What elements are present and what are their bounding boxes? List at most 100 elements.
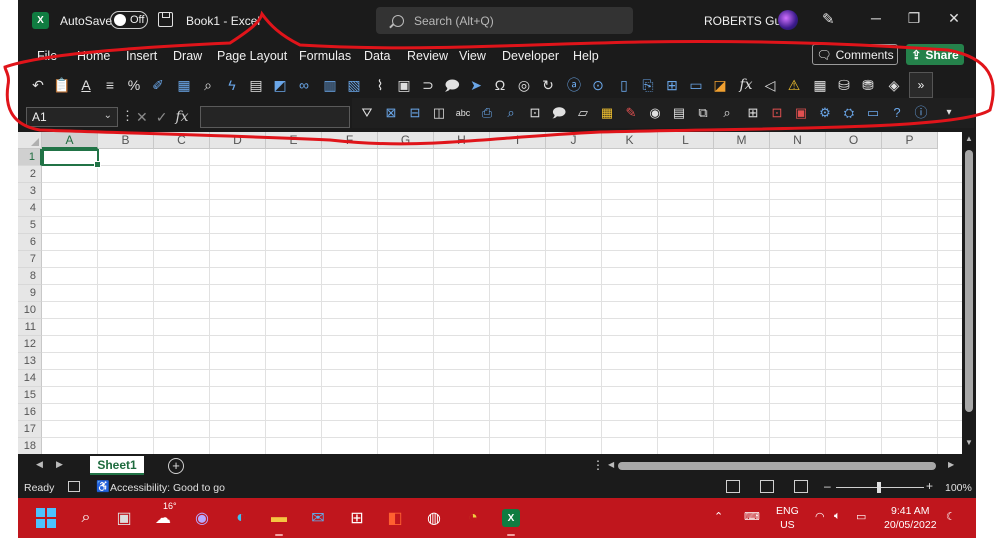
record-macro-icon[interactable]: ⊡ — [768, 104, 786, 122]
cancel-icon[interactable]: ✕ — [136, 109, 148, 126]
form-icon[interactable]: ▣ — [394, 75, 414, 95]
row-header-12[interactable]: 12 — [18, 336, 42, 353]
play-icon[interactable]: ⊙ — [588, 75, 608, 95]
scroll-up-icon[interactable]: ▲ — [965, 134, 973, 143]
error-check-icon[interactable]: ⚠ — [784, 75, 804, 95]
help-icon[interactable]: ? — [888, 104, 906, 122]
notifications-icon[interactable]: ☾ — [946, 510, 956, 523]
row-header-4[interactable]: 4 — [18, 200, 42, 217]
column-header-l[interactable]: L — [658, 132, 714, 149]
format-painter-icon[interactable]: ✐ — [148, 75, 168, 95]
clock[interactable]: 9:41 AM 20/05/2022 — [884, 504, 937, 532]
row-header-13[interactable]: 13 — [18, 353, 42, 370]
row-header-5[interactable]: 5 — [18, 217, 42, 234]
tab-help[interactable]: Help — [573, 49, 599, 63]
comment-tb-icon[interactable]: 🗩 — [442, 75, 462, 95]
normal-view-icon[interactable] — [726, 480, 740, 493]
ink-edit-icon[interactable]: ✎ — [622, 104, 640, 122]
windows-start-icon[interactable] — [33, 505, 59, 531]
table-icon[interactable]: ▦ — [174, 75, 194, 95]
language-indicator[interactable]: ENG US — [776, 504, 799, 532]
note-icon[interactable]: ▱ — [574, 104, 592, 122]
column-header-p[interactable]: P — [882, 132, 938, 149]
store-icon[interactable]: ⊞ — [344, 505, 370, 531]
tab-draw[interactable]: Draw — [173, 49, 202, 63]
compare-icon[interactable]: ⧉ — [694, 104, 712, 122]
dialog-icon[interactable]: ▭ — [864, 104, 882, 122]
hyperlink-icon[interactable]: ⊃ — [418, 75, 438, 95]
arrange-icon[interactable]: ◪ — [710, 75, 730, 95]
excel-taskbar-icon[interactable]: X — [498, 505, 524, 536]
column-header-e[interactable]: E — [266, 132, 322, 149]
accessibility-icon[interactable]: ♿ — [96, 480, 110, 493]
pen-icon[interactable]: ✎ — [822, 10, 835, 28]
overflow-icon[interactable]: ▾ — [940, 104, 958, 122]
show-icon[interactable]: ◉ — [646, 104, 664, 122]
research-icon[interactable]: ⎙ — [478, 104, 496, 122]
help-circle-icon[interactable]: ⓘ — [912, 104, 930, 122]
column-header-f[interactable]: F — [322, 132, 378, 149]
prev-sheet-icon[interactable]: ◀ — [36, 459, 43, 470]
search-taskbar-icon[interactable]: ⌕ — [73, 505, 99, 531]
office-icon[interactable]: ◧ — [382, 505, 408, 531]
battery-icon[interactable]: ▭ — [856, 510, 866, 523]
spelling-icon[interactable]: abc — [454, 104, 472, 122]
wifi-icon[interactable]: ◠ — [815, 510, 825, 523]
ink-replay-icon[interactable]: ↻ — [538, 75, 558, 95]
name-box[interactable]: A1 ⌄ — [26, 107, 118, 127]
share-button[interactable]: ⇪ Share — [906, 44, 964, 65]
replace-icon[interactable]: ⓐ — [564, 75, 584, 95]
more-commands-button[interactable]: » — [909, 72, 933, 98]
convert-icon[interactable]: ◈ — [884, 75, 904, 95]
row-header-10[interactable]: 10 — [18, 302, 42, 319]
send-icon[interactable]: ➤ — [466, 75, 486, 95]
row-header-16[interactable]: 16 — [18, 404, 42, 421]
task-view-icon[interactable]: ▣ — [111, 505, 137, 531]
insert-function-icon[interactable]: fx — [175, 109, 188, 125]
function-icon[interactable]: fx — [736, 75, 756, 95]
sparkline-icon[interactable]: ⌇ — [370, 75, 390, 95]
link-icon[interactable]: ∞ — [294, 75, 314, 95]
steam-icon[interactable]: ◍ — [421, 505, 447, 531]
column-header-b[interactable]: B — [98, 132, 154, 149]
column-header-h[interactable]: H — [434, 132, 490, 149]
vertical-scrollbar[interactable]: ▲ ▼ — [962, 132, 976, 454]
tab-data[interactable]: Data — [364, 49, 390, 63]
trace-icon[interactable]: ◁ — [760, 75, 780, 95]
save-icon[interactable] — [158, 12, 173, 27]
scroll-left-icon[interactable]: ◀ — [608, 460, 614, 469]
row-header-7[interactable]: 7 — [18, 251, 42, 268]
page-layout-view-icon[interactable] — [760, 480, 774, 493]
column-header-m[interactable]: M — [714, 132, 770, 149]
page-break-icon[interactable]: ⎘ — [638, 75, 658, 95]
restore-icon[interactable]: ❐ — [904, 10, 924, 27]
text-box-icon[interactable]: ▯ — [614, 75, 634, 95]
flash-fill-icon[interactable]: ϟ — [222, 75, 242, 95]
workbook-stats-icon[interactable]: ⊡ — [526, 104, 544, 122]
file-explorer-icon[interactable]: ▬ — [266, 505, 292, 536]
chart-icon[interactable]: ▥ — [320, 75, 340, 95]
macros-icon[interactable]: ▣ — [792, 104, 810, 122]
new-comment-icon[interactable]: 🗩 — [550, 104, 568, 122]
search-box[interactable]: Search (Alt+Q) — [376, 7, 633, 34]
teams-chat-icon[interactable]: ◉ — [189, 505, 215, 531]
column-header-n[interactable]: N — [770, 132, 826, 149]
formula-input[interactable] — [200, 106, 350, 128]
edge-icon[interactable]: ◐ — [228, 505, 254, 531]
split-icon[interactable]: ◫ — [430, 104, 448, 122]
calculator-icon[interactable]: ▦ — [810, 75, 830, 95]
database-refresh-icon[interactable]: ⛃ — [858, 75, 878, 95]
row-header-1[interactable]: 1 — [18, 149, 42, 166]
horizontal-scrollbar[interactable]: ◀ ▶ — [608, 459, 958, 473]
symbol-icon[interactable]: Ω — [490, 75, 510, 95]
tab-formulas[interactable]: Formulas — [299, 49, 351, 63]
find-icon[interactable]: ⌕ — [198, 75, 218, 95]
minimize-icon[interactable]: ─ — [866, 10, 886, 26]
align-icon[interactable]: ≡ — [100, 75, 120, 95]
close-icon[interactable]: ✕ — [944, 10, 964, 27]
column-header-i[interactable]: I — [490, 132, 546, 149]
row-header-9[interactable]: 9 — [18, 285, 42, 302]
next-sheet-icon[interactable]: ▶ — [56, 459, 63, 470]
filter-icon[interactable]: ⛛ — [358, 104, 376, 122]
document-icon[interactable]: ▤ — [670, 104, 688, 122]
